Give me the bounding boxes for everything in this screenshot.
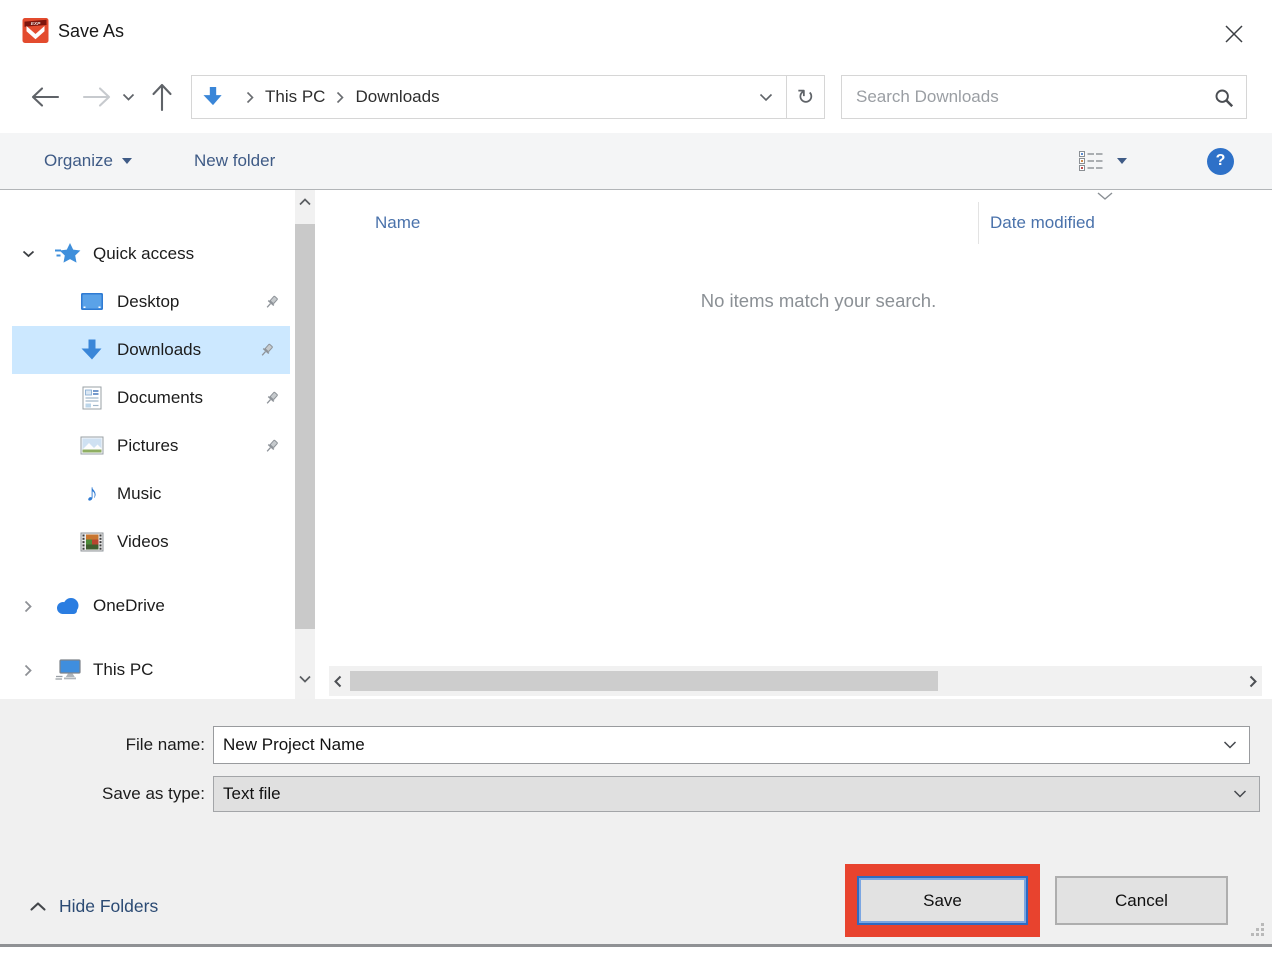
organize-button[interactable]: Organize [44, 151, 132, 171]
sidebar-item-label: Documents [117, 388, 203, 408]
hide-folders-label: Hide Folders [59, 896, 158, 917]
sidebar-item-label: This PC [93, 660, 153, 680]
scroll-left-icon[interactable] [329, 675, 347, 688]
view-options-button[interactable] [1078, 150, 1127, 172]
save-button[interactable]: Save [857, 876, 1028, 925]
caret-down-icon [122, 158, 132, 164]
new-folder-label: New folder [194, 151, 275, 171]
refresh-icon[interactable]: ↻ [786, 76, 824, 118]
sidebar-item-label: Quick access [93, 244, 194, 264]
sidebar-item-quick-access[interactable]: Quick access [0, 230, 295, 278]
pin-icon [264, 295, 279, 310]
desktop-icon [78, 292, 106, 312]
this-pc-icon [54, 659, 82, 681]
help-button[interactable]: ? [1207, 148, 1234, 175]
pin-icon [259, 343, 274, 358]
empty-list-message: No items match your search. [365, 290, 1272, 312]
sidebar-item-pictures[interactable]: Pictures [0, 422, 295, 470]
pin-icon [264, 439, 279, 454]
breadcrumb-downloads[interactable]: Downloads [355, 87, 439, 107]
scroll-down-icon[interactable] [299, 675, 311, 683]
chevron-up-icon [30, 902, 46, 911]
chevron-right-icon[interactable] [20, 600, 36, 613]
file-list: Name Date modified No items match your s… [315, 190, 1272, 699]
column-header-date-modified[interactable]: Date modified [990, 213, 1095, 233]
forward-icon[interactable] [82, 86, 112, 108]
save-as-type-label: Save as type: [0, 784, 205, 804]
list-view-icon [1078, 150, 1104, 172]
downloads-icon [78, 338, 106, 362]
sidebar-item-label: Desktop [117, 292, 179, 312]
navigation-pane: Quick access Desktop [0, 190, 295, 699]
save-as-type-combo: Text file [213, 776, 1260, 812]
videos-icon [78, 532, 106, 552]
address-dropdown-chevron-icon[interactable] [746, 93, 786, 102]
pin-icon [264, 391, 279, 406]
save-as-dialog: EXP Save As This PC [0, 0, 1272, 947]
sidebar-item-videos[interactable]: Videos [0, 518, 295, 566]
search-icon[interactable] [1214, 88, 1234, 113]
save-button-highlight-annotation: Save [845, 864, 1040, 937]
title-bar: EXP Save As [0, 0, 1272, 60]
sidebar-item-onedrive[interactable]: OneDrive [0, 582, 295, 630]
sidebar-item-music[interactable]: ♪ Music [0, 470, 295, 518]
scrollbar-thumb[interactable] [350, 671, 938, 691]
new-folder-button[interactable]: New folder [194, 151, 275, 171]
sidebar-item-this-pc[interactable]: This PC [0, 646, 295, 694]
sidebar-scrollbar[interactable] [295, 190, 315, 699]
sort-indicator-chevron-icon[interactable] [1097, 192, 1113, 200]
breadcrumb-chevron-icon [336, 91, 344, 104]
svg-text:EXP: EXP [31, 21, 41, 27]
breadcrumb-this-pc[interactable]: This PC [265, 87, 325, 107]
search-input[interactable] [842, 76, 1246, 118]
window-title: Save As [58, 21, 124, 42]
back-icon[interactable] [30, 86, 60, 108]
organize-label: Organize [44, 151, 113, 171]
documents-icon [78, 386, 106, 410]
horizontal-scrollbar[interactable] [329, 666, 1262, 696]
navigation-bar: This PC Downloads ↻ [30, 74, 1247, 120]
toolbar: Organize New folder ? [0, 133, 1272, 190]
pictures-icon [78, 436, 106, 456]
breadcrumb-chevron-icon [246, 91, 254, 104]
column-separator[interactable] [978, 202, 979, 244]
address-bar[interactable]: This PC Downloads ↻ [191, 75, 825, 119]
app-logo-icon: EXP [22, 17, 49, 49]
hide-folders-button[interactable]: Hide Folders [30, 891, 158, 921]
cancel-button[interactable]: Cancel [1055, 876, 1228, 925]
search-box [841, 75, 1247, 119]
up-icon[interactable] [151, 82, 173, 112]
chevron-down-icon[interactable] [1233, 790, 1247, 798]
column-header-name[interactable]: Name [375, 213, 420, 233]
file-name-input[interactable] [213, 726, 1250, 764]
chevron-down-icon[interactable] [1223, 741, 1237, 749]
chevron-right-icon[interactable] [20, 664, 36, 677]
caret-down-icon [1117, 158, 1127, 164]
downloads-folder-icon [203, 86, 223, 108]
music-note-icon: ♪ [78, 484, 106, 504]
sidebar-item-desktop[interactable]: Desktop [0, 278, 295, 326]
file-name-combo [213, 726, 1250, 764]
chevron-down-icon[interactable] [20, 250, 36, 258]
sidebar-item-label: Videos [117, 532, 169, 552]
scrollbar-thumb[interactable] [295, 224, 315, 629]
sidebar-item-documents[interactable]: Documents [0, 374, 295, 422]
sidebar-item-label: OneDrive [93, 596, 165, 616]
scroll-right-icon[interactable] [1244, 675, 1262, 688]
resize-grip-icon[interactable] [1251, 923, 1264, 941]
recent-locations-chevron-icon[interactable] [122, 93, 135, 102]
sidebar-item-label: Downloads [117, 340, 201, 360]
save-as-type-select[interactable]: Text file [213, 776, 1260, 812]
quick-access-star-icon [54, 242, 82, 266]
close-icon[interactable] [1222, 22, 1246, 46]
sidebar-item-downloads[interactable]: Downloads [12, 326, 290, 374]
file-name-label: File name: [0, 735, 205, 755]
sidebar-item-label: Music [117, 484, 161, 504]
sidebar-item-label: Pictures [117, 436, 178, 456]
scroll-up-icon[interactable] [299, 198, 311, 206]
onedrive-cloud-icon [54, 597, 82, 615]
dialog-footer: File name: Save as type: Text file Hide [0, 699, 1272, 947]
dialog-body: Quick access Desktop [0, 190, 1272, 699]
